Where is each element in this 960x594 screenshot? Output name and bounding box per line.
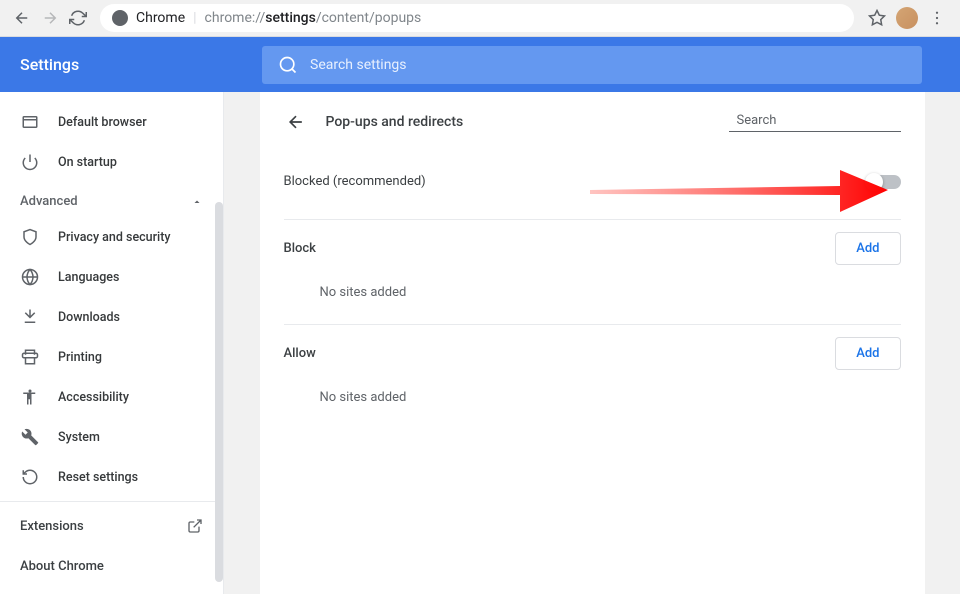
url-prefix: Chrome: [136, 10, 185, 26]
sidebar-item-label: On startup: [58, 155, 203, 170]
allow-title: Allow: [284, 346, 316, 361]
sidebar-item-extensions[interactable]: Extensions: [0, 506, 223, 546]
browser-toolbar: Chrome | chrome://settings/content/popup…: [0, 0, 960, 37]
restore-icon: [20, 467, 40, 487]
settings-search-input[interactable]: [310, 57, 906, 73]
wrench-icon: [20, 427, 40, 447]
download-icon: [20, 307, 40, 327]
arrow-left-icon: [13, 9, 31, 27]
star-icon: [868, 9, 886, 27]
sidebar-section-advanced[interactable]: Advanced: [0, 182, 223, 217]
main-content: Pop-ups and redirects Blocked (recommend…: [224, 92, 960, 594]
bookmark-button[interactable]: [862, 3, 892, 33]
back-nav-button[interactable]: [8, 4, 36, 32]
sidebar-item-system[interactable]: System: [0, 417, 223, 457]
search-icon: [278, 55, 298, 75]
url-bold: settings: [265, 10, 316, 26]
shield-icon: [20, 227, 40, 247]
chrome-icon: [112, 10, 128, 26]
inline-search[interactable]: [729, 113, 901, 132]
block-add-button[interactable]: Add: [835, 232, 900, 265]
sidebar-item-printing[interactable]: Printing: [0, 337, 223, 377]
sidebar-item-languages[interactable]: Languages: [0, 257, 223, 297]
about-label: About Chrome: [20, 559, 104, 574]
sidebar-item-reset[interactable]: Reset settings: [0, 457, 223, 497]
more-vert-icon: [928, 9, 946, 27]
reload-button[interactable]: [64, 4, 92, 32]
advanced-label: Advanced: [20, 194, 78, 209]
allow-section-header: Allow Add: [260, 325, 925, 378]
globe-icon: [20, 267, 40, 287]
page-title: Pop-ups and redirects: [326, 114, 729, 130]
url-separator: |: [193, 10, 196, 26]
sidebar-item-label: Accessibility: [58, 390, 203, 405]
sidebar-item-downloads[interactable]: Downloads: [0, 297, 223, 337]
sidebar-item-label: Privacy and security: [58, 230, 203, 245]
url-protocol: chrome://: [205, 10, 266, 26]
chevron-up-icon: [191, 196, 203, 208]
browser-icon: [20, 112, 40, 132]
sidebar-scrollbar[interactable]: [215, 202, 223, 582]
printer-icon: [20, 347, 40, 367]
arrow-right-icon: [41, 9, 59, 27]
sidebar-item-label: Default browser: [58, 115, 203, 130]
sidebar-item-privacy[interactable]: Privacy and security: [0, 217, 223, 257]
settings-title: Settings: [20, 55, 262, 74]
avatar: [896, 7, 918, 29]
blocked-setting-row: Blocked (recommended): [260, 144, 925, 219]
page-header: Pop-ups and redirects: [260, 92, 925, 144]
address-bar[interactable]: Chrome | chrome://settings/content/popup…: [100, 4, 854, 32]
block-empty-text: No sites added: [260, 273, 925, 324]
page-back-button[interactable]: [284, 110, 308, 134]
accessibility-icon: [20, 387, 40, 407]
settings-header: Settings: [0, 37, 960, 92]
sidebar-item-label: System: [58, 430, 203, 445]
sidebar-item-label: Printing: [58, 350, 203, 365]
allow-add-button[interactable]: Add: [835, 337, 900, 370]
power-icon: [20, 152, 40, 172]
layout: Default browser On startup Advanced Priv…: [0, 92, 960, 594]
sidebar: Default browser On startup Advanced Priv…: [0, 92, 224, 594]
sidebar-item-default-browser[interactable]: Default browser: [0, 102, 223, 142]
blocked-label: Blocked (recommended): [284, 174, 426, 189]
browser-menu-button[interactable]: [922, 3, 952, 33]
url-rest: /content/popups: [316, 10, 421, 26]
profile-button[interactable]: [892, 3, 922, 33]
block-section-header: Block Add: [260, 220, 925, 273]
settings-search-box[interactable]: [262, 46, 922, 84]
blocked-toggle[interactable]: [867, 175, 901, 189]
open-in-new-icon: [187, 518, 203, 534]
extensions-label: Extensions: [20, 519, 84, 534]
toggle-knob: [865, 173, 883, 191]
inline-search-input[interactable]: [737, 113, 903, 128]
allow-empty-text: No sites added: [260, 378, 925, 429]
sidebar-divider: [0, 501, 223, 502]
block-title: Block: [284, 241, 316, 256]
arrow-left-icon: [286, 112, 306, 132]
sidebar-item-label: Downloads: [58, 310, 203, 325]
sidebar-item-label: Languages: [58, 270, 203, 285]
sidebar-item-on-startup[interactable]: On startup: [0, 142, 223, 182]
content-card: Pop-ups and redirects Blocked (recommend…: [260, 92, 925, 594]
sidebar-item-about[interactable]: About Chrome: [0, 546, 223, 586]
sidebar-item-label: Reset settings: [58, 470, 203, 485]
reload-icon: [69, 9, 87, 27]
sidebar-item-accessibility[interactable]: Accessibility: [0, 377, 223, 417]
forward-nav-button[interactable]: [36, 4, 64, 32]
